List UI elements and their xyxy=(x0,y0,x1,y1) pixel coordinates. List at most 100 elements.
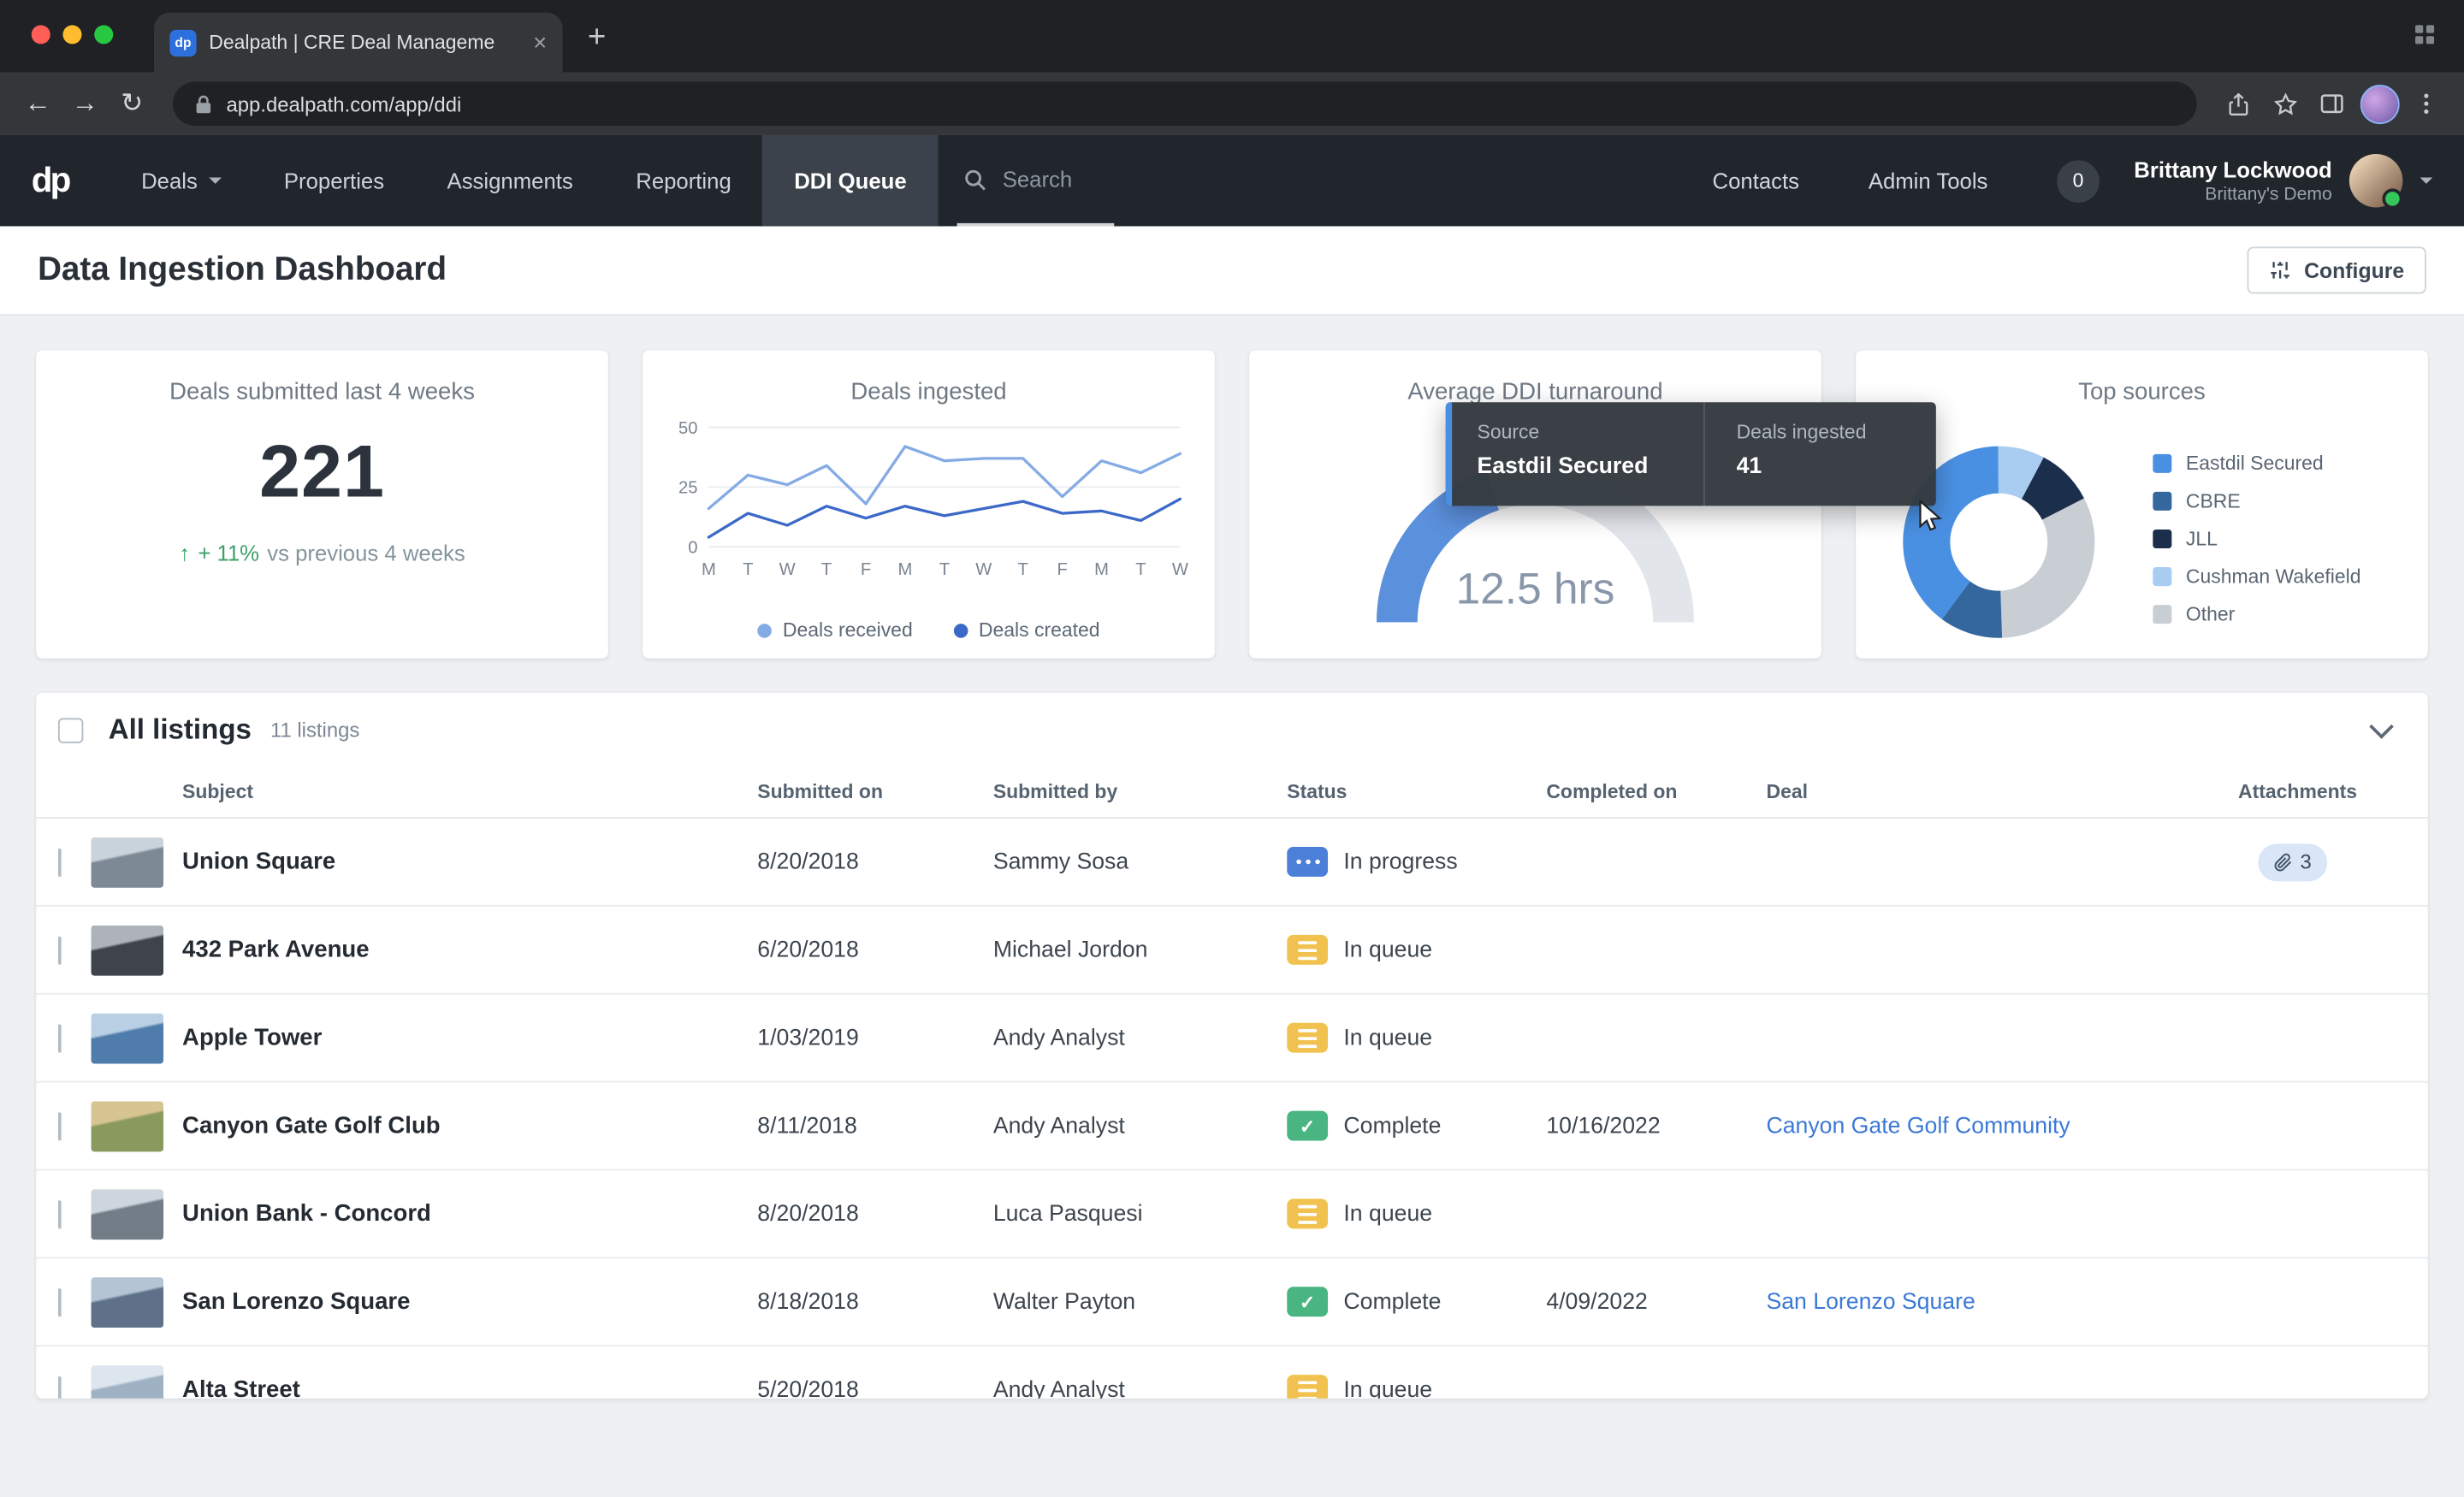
submitted-on-value: 6/20/2018 xyxy=(757,938,993,962)
dealpath-favicon: dp xyxy=(169,29,196,56)
column-header-submitted-by: Submitted by xyxy=(993,781,1287,803)
status-label: In queue xyxy=(1343,938,1432,962)
all-listings-panel: All listings 11 listings SubjectSubmitte… xyxy=(36,693,2428,1399)
nav-item-admin-tools[interactable]: Admin Tools xyxy=(1833,135,2022,227)
forward-button[interactable]: → xyxy=(62,82,106,126)
row-checkbox[interactable] xyxy=(58,1287,62,1316)
tab-title: Dealpath | CRE Deal Manageme xyxy=(209,32,504,54)
new-tab-button[interactable]: + xyxy=(588,21,606,56)
table-row[interactable]: 432 Park Avenue 6/20/2018 Michael Jordon… xyxy=(36,907,2428,995)
column-header-status: Status xyxy=(1287,781,1546,803)
share-icon[interactable] xyxy=(2216,82,2260,126)
table-row[interactable]: Alta Street 5/20/2018 Andy Analyst In qu… xyxy=(36,1346,2428,1399)
browser-profile-avatar[interactable] xyxy=(2357,82,2401,126)
deal-link[interactable]: Canyon Gate Golf Community xyxy=(1766,1113,2070,1138)
status-icon xyxy=(1287,1375,1328,1399)
submitted-by-value: Andy Analyst xyxy=(993,1113,1287,1138)
row-checkbox[interactable] xyxy=(58,936,62,964)
legend-cbre: CBRE xyxy=(2153,490,2360,512)
close-window-button[interactable] xyxy=(32,25,50,44)
legend-swatch-icon xyxy=(2153,530,2171,548)
secondary-nav: ContactsAdmin Tools 0 Brittany Lockwood … xyxy=(1678,135,2432,227)
tooltip-deals-value: 41 xyxy=(1737,454,1867,479)
row-checkbox[interactable] xyxy=(58,1376,62,1399)
url-text: app.dealpath.com/app/ddi xyxy=(226,92,461,115)
back-button[interactable]: ← xyxy=(15,82,59,126)
deals-ingested-line-chart[interactable]: 02550MTWTFMTWTFMTW xyxy=(661,409,1195,595)
column-header-submitted-on: Submitted on xyxy=(757,781,993,803)
nav-item-assignments[interactable]: Assignments xyxy=(416,135,605,227)
legend-swatch-icon xyxy=(2153,454,2171,473)
submitted-by-value: Andy Analyst xyxy=(993,1025,1287,1050)
card-deals-ingested: Deals ingested 02550MTWTFMTWTFMTW Deals … xyxy=(643,351,1215,659)
svg-text:M: M xyxy=(702,560,716,579)
nav-item-deals[interactable]: Deals xyxy=(110,135,252,227)
configure-button[interactable]: Configure xyxy=(2248,246,2426,293)
user-avatar[interactable] xyxy=(2349,154,2402,207)
tooltip-source-value: Eastdil Secured xyxy=(1478,454,1697,479)
collapse-chevron-icon[interactable] xyxy=(2369,714,2394,739)
table-row[interactable]: Canyon Gate Golf Club 8/11/2018 Andy Ana… xyxy=(36,1083,2428,1171)
svg-text:T: T xyxy=(1135,560,1146,579)
submitted-by-value: Luca Pasquesi xyxy=(993,1201,1287,1226)
reload-button[interactable]: ↻ xyxy=(110,82,154,126)
browser-tab[interactable]: dp Dealpath | CRE Deal Manageme × xyxy=(154,13,563,73)
table-row[interactable]: San Lorenzo Square 8/18/2018 Walter Payt… xyxy=(36,1258,2428,1346)
svg-text:50: 50 xyxy=(678,419,697,438)
paperclip-icon xyxy=(2273,852,2292,871)
notification-badge[interactable]: 0 xyxy=(2057,159,2100,202)
browser-tab-strip: dp Dealpath | CRE Deal Manageme × + xyxy=(0,0,2464,72)
listings-title: All listings xyxy=(109,713,252,747)
card-title: Deals submitted last 4 weeks xyxy=(36,351,608,405)
column-header-deal: Deal xyxy=(1766,781,2228,803)
nav-item-contacts[interactable]: Contacts xyxy=(1678,135,1833,227)
table-row[interactable]: Apple Tower 1/03/2019 Andy Analyst In qu… xyxy=(36,995,2428,1083)
dealpath-logo[interactable]: dp xyxy=(32,160,69,201)
nav-item-ddi-queue[interactable]: DDI Queue xyxy=(762,135,938,227)
submitted-by-value: Andy Analyst xyxy=(993,1377,1287,1399)
browser-menu-icon[interactable] xyxy=(2404,82,2448,126)
legend-dot-icon xyxy=(953,623,968,637)
primary-nav: DealsPropertiesAssignmentsReportingDDI Q… xyxy=(110,135,938,227)
nav-item-properties[interactable]: Properties xyxy=(252,135,416,227)
svg-text:T: T xyxy=(939,560,950,579)
submitted-by-value: Sammy Sosa xyxy=(993,849,1287,874)
close-tab-icon[interactable]: × xyxy=(533,31,547,55)
address-bar[interactable]: app.dealpath.com/app/ddi xyxy=(173,82,2197,126)
attachments-pill[interactable]: 3 xyxy=(2258,843,2327,880)
table-body: Union Square 8/20/2018 Sammy Sosa In pro… xyxy=(36,819,2428,1399)
deal-link[interactable]: San Lorenzo Square xyxy=(1766,1289,1975,1314)
mouse-cursor xyxy=(1914,500,1946,534)
lock-icon xyxy=(195,93,212,114)
search-icon xyxy=(963,168,987,192)
global-search[interactable]: Search xyxy=(957,135,1114,227)
legend-swatch-icon xyxy=(2153,605,2171,624)
table-row[interactable]: Union Bank - Concord 8/20/2018 Luca Pasq… xyxy=(36,1170,2428,1258)
select-all-checkbox[interactable] xyxy=(58,717,83,742)
page-title: Data Ingestion Dashboard xyxy=(38,251,447,289)
user-subtitle: Brittany's Demo xyxy=(2134,186,2331,204)
minimize-window-button[interactable] xyxy=(62,25,81,44)
svg-text:T: T xyxy=(1018,560,1028,579)
status-icon: ✓ xyxy=(1287,1111,1328,1141)
svg-text:T: T xyxy=(743,560,753,579)
side-panel-icon[interactable] xyxy=(2310,82,2354,126)
delta-value: + 11% xyxy=(198,541,259,565)
listing-subject: 432 Park Avenue xyxy=(182,937,757,963)
row-checkbox[interactable] xyxy=(58,848,62,876)
zoom-window-button[interactable] xyxy=(94,25,113,44)
legend-deals-received: Deals received xyxy=(757,619,912,642)
submitted-on-value: 1/03/2019 xyxy=(757,1025,993,1050)
table-row[interactable]: Union Square 8/20/2018 Sammy Sosa In pro… xyxy=(36,819,2428,907)
row-checkbox[interactable] xyxy=(58,1111,62,1139)
status-label: Complete xyxy=(1343,1113,1441,1138)
bookmark-star-icon[interactable] xyxy=(2263,82,2307,126)
user-menu[interactable]: Brittany Lockwood Brittany's Demo xyxy=(2134,154,2432,207)
listing-subject: Apple Tower xyxy=(182,1025,757,1051)
row-checkbox[interactable] xyxy=(58,1199,62,1228)
status-icon xyxy=(1287,1198,1328,1228)
row-checkbox[interactable] xyxy=(58,1024,62,1052)
status-icon: ✓ xyxy=(1287,1287,1328,1317)
nav-item-reporting[interactable]: Reporting xyxy=(605,135,763,227)
tab-overview-icon[interactable] xyxy=(2414,24,2436,46)
